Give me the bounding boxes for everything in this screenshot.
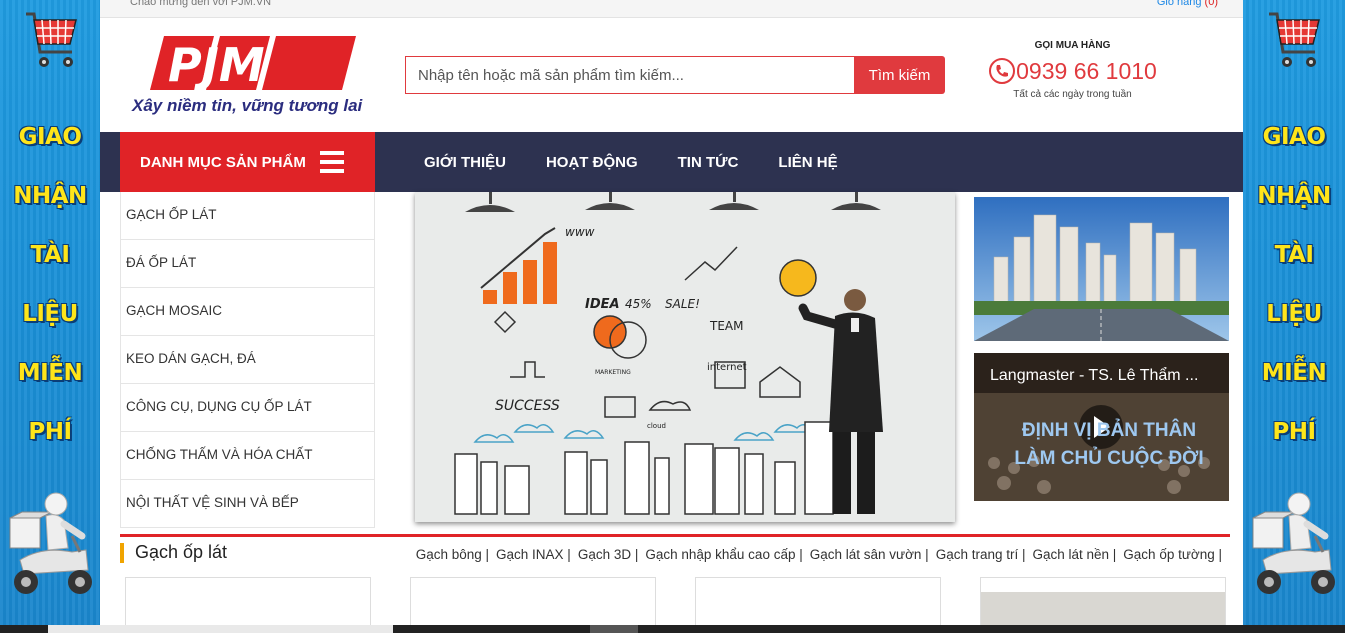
promo-text: GIAO NHẬN TÀI LIỆU MIỄN PHÍ xyxy=(0,108,100,462)
doodle-team: TEAM xyxy=(709,319,743,333)
slider-image: www IDEA 45% SALE! TEAM SUCCESS internet… xyxy=(415,192,955,522)
promo-word: PHÍ xyxy=(1272,419,1316,445)
category-item[interactable]: CHỐNG THẤM VÀ HÓA CHẤT xyxy=(121,432,374,480)
promo-word: NHẬN xyxy=(1257,183,1331,209)
hero-slider[interactable]: www IDEA 45% SALE! TEAM SUCCESS internet… xyxy=(415,192,955,522)
category-item[interactable]: CÔNG CỤ, DỤNG CỤ ỐP LÁT xyxy=(121,384,374,432)
left-side-banner[interactable]: GIAO NHẬN TÀI LIỆU MIỄN PHÍ xyxy=(0,0,100,633)
hotline-phone: 0939 66 1010 xyxy=(1016,57,1157,84)
video-title: Langmaster - TS. Lê Thẩm ... xyxy=(990,367,1199,384)
promo-word: TÀI xyxy=(1274,242,1314,268)
category-menu-toggle[interactable]: DANH MỤC SẢN PHẨM xyxy=(120,132,375,192)
promo-word: GIAO xyxy=(18,124,82,150)
category-item[interactable]: GẠCH MOSAIC xyxy=(121,288,374,336)
promo-word: NHẬN xyxy=(13,183,87,209)
search-button[interactable]: Tìm kiếm xyxy=(854,56,945,94)
nav-link-contact[interactable]: LIÊN HỆ xyxy=(778,154,837,171)
top-bar: Chào mừng đến với PJM.VN Giỏ hàng (0) xyxy=(100,0,1243,18)
hotline-label: GỌI MUA HÀNG xyxy=(1034,40,1111,51)
cart-count: (0) xyxy=(1204,0,1218,8)
section-sub-links: Gạch bông | Gạch INAX | Gạch 3D | Gạch n… xyxy=(409,547,1222,562)
doodle-internet: internet xyxy=(707,362,747,373)
sub-link[interactable]: Gạch nhập khẩu cao cấp | xyxy=(645,547,802,562)
os-taskbar xyxy=(0,625,1345,633)
section-accent-bar xyxy=(120,543,124,563)
delivery-scooter-icon xyxy=(1252,492,1335,594)
category-menu-label: DANH MỤC SẢN PHẨM xyxy=(140,153,306,171)
logo-letter-p: PJM xyxy=(168,38,265,92)
promo-word: MIỄN xyxy=(17,360,83,386)
doodle-cloud: cloud xyxy=(647,422,666,430)
right-side-banner[interactable]: GIAO NHẬN TÀI LIỆU MIỄN PHÍ xyxy=(1243,0,1345,633)
search-form: Tìm kiếm xyxy=(405,56,945,94)
promo-word: LIỆU xyxy=(1266,301,1322,327)
sub-link[interactable]: Gạch lát nền | xyxy=(1032,547,1116,562)
video-banner[interactable]: Langmaster - TS. Lê Thẩm ... ĐỊNH VỊ BẢN… xyxy=(974,353,1229,501)
sub-link[interactable]: Gạch lát sân vườn | xyxy=(810,547,929,562)
cart-link[interactable]: Giỏ hàng (0) xyxy=(1157,0,1218,8)
promo-text: GIAO NHẬN TÀI LIỆU MIỄN PHÍ xyxy=(1243,108,1345,462)
cart-label: Giỏ hàng xyxy=(1156,0,1202,8)
welcome-text: Chào mừng đến với PJM.VN xyxy=(130,0,272,8)
shopping-cart-icon xyxy=(26,12,77,67)
building-banner[interactable] xyxy=(974,197,1229,341)
video-overlay-text: ĐỊNH VỊ BẢN THÂN LÀM CHỦ CUỘC ĐỜI xyxy=(999,417,1219,473)
sub-link[interactable]: Gạch 3D | xyxy=(578,547,639,562)
doodle-sale: SALE! xyxy=(665,297,700,311)
promo-word: PHÍ xyxy=(28,419,72,445)
phone-icon xyxy=(989,58,1016,84)
promo-word: MIỄN xyxy=(1261,360,1327,386)
sub-link[interactable]: Gạch ốp tường | xyxy=(1123,547,1222,562)
promo-word: GIAO xyxy=(1262,124,1326,150)
building-banner-image xyxy=(974,197,1229,341)
sub-link[interactable]: Gạch bông | xyxy=(416,547,489,562)
search-input[interactable] xyxy=(405,56,855,94)
sub-link[interactable]: Gạch INAX | xyxy=(496,547,571,562)
hotline-block: GỌI MUA HÀNG 0939 66 1010 Tất cả các ngà… xyxy=(985,40,1160,100)
doodle-www: www xyxy=(565,225,595,239)
doodle-success: SUCCESS xyxy=(495,398,560,414)
category-item[interactable]: NỘI THẤT VỆ SINH VÀ BẾP xyxy=(121,480,374,528)
hotline-note: Tất cả các ngày trong tuần xyxy=(1013,89,1132,100)
doodle-idea: IDEA xyxy=(585,297,620,312)
promo-word: TÀI xyxy=(30,242,70,268)
nav-link-activities[interactable]: HOẠT ĐỘNG xyxy=(546,154,638,171)
logo-slogan: Xây niềm tin, vững tương lai xyxy=(132,96,363,115)
site-header: PJM Xây niềm tin, vững tương lai Tìm kiế… xyxy=(100,18,1243,132)
promo-word: LIỆU xyxy=(22,301,78,327)
sub-link[interactable]: Gạch trang trí | xyxy=(936,547,1026,562)
main-nav: DANH MỤC SẢN PHẨM GIỚI THIỆU HOẠT ĐỘNG T… xyxy=(100,132,1243,192)
doodle-percent: 45% xyxy=(625,297,652,311)
doodle-marketing: MARKETING xyxy=(595,369,631,376)
taskbar-app[interactable] xyxy=(590,625,638,633)
nav-link-news[interactable]: TIN TỨC xyxy=(678,154,739,171)
shopping-cart-icon xyxy=(1269,12,1320,67)
category-item[interactable]: KEO DÁN GẠCH, ĐÁ xyxy=(121,336,374,384)
hotline-phone-row[interactable]: 0939 66 1010 xyxy=(985,57,1160,85)
nav-links: GIỚI THIỆU HOẠT ĐỘNG TIN TỨC LIÊN HỆ xyxy=(424,132,878,192)
nav-link-about[interactable]: GIỚI THIỆU xyxy=(424,154,506,171)
category-list: GẠCH ỐP LÁT ĐÁ ỐP LÁT GẠCH MOSAIC KEO DÁ… xyxy=(120,192,375,528)
video-overlay-line1: ĐỊNH VỊ BẢN THÂN xyxy=(1021,420,1197,441)
logo-mark: PJM xyxy=(150,36,356,92)
hamburger-icon xyxy=(319,151,344,173)
category-item[interactable]: GẠCH ỐP LÁT xyxy=(121,192,374,240)
delivery-scooter-icon xyxy=(9,492,92,594)
video-overlay-line2: LÀM CHỦ CUỘC ĐỜI xyxy=(1014,448,1204,469)
section-header: Gạch ốp lát Gạch bông | Gạch INAX | Gạch… xyxy=(120,537,1230,569)
section-title[interactable]: Gạch ốp lát xyxy=(135,542,227,563)
taskbar-search[interactable] xyxy=(48,625,393,633)
category-item[interactable]: ĐÁ ỐP LÁT xyxy=(121,240,374,288)
